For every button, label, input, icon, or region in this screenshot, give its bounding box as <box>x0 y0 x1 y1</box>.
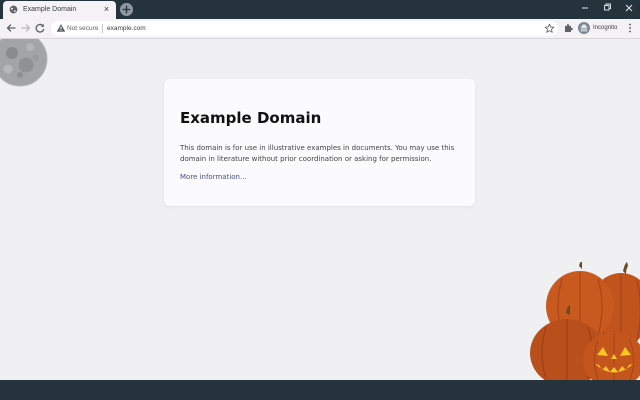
pumpkins-decoration <box>530 261 640 380</box>
incognito-indicator[interactable]: Incognito <box>576 21 622 36</box>
page-title: Example Domain <box>180 109 322 127</box>
security-status[interactable]: Not secure <box>67 21 98 36</box>
incognito-avatar <box>578 22 590 34</box>
forward-button[interactable] <box>19 21 33 35</box>
tab-title: Example Domain <box>23 6 77 13</box>
star-icon[interactable] <box>544 23 555 34</box>
browser-tab[interactable]: Example Domain × <box>3 1 116 19</box>
kebab-menu-icon <box>629 23 631 33</box>
address-bar[interactable]: Not secure example.com <box>51 21 558 36</box>
browser-menu-button[interactable] <box>623 21 637 35</box>
moon-decoration <box>0 39 48 87</box>
content-card: Example Domain This domain is for use in… <box>164 79 475 206</box>
reload-button[interactable] <box>33 21 47 35</box>
back-button[interactable] <box>4 21 18 35</box>
page-paragraph: This domain is for use in illustrative e… <box>180 144 455 163</box>
title-bar: Example Domain × <box>0 0 640 19</box>
tab-close-icon[interactable]: × <box>102 5 111 14</box>
omnibox-divider <box>102 24 103 33</box>
restore-button[interactable] <box>596 0 618 16</box>
globe-icon <box>9 5 18 14</box>
page-viewport: Example Domain This domain is for use in… <box>0 39 640 380</box>
arrow-left-icon <box>6 24 16 32</box>
window-close-button[interactable] <box>618 0 640 16</box>
extensions-button[interactable] <box>561 21 575 35</box>
arrow-right-icon <box>21 24 31 32</box>
url-text[interactable]: example.com <box>107 21 146 36</box>
plus-icon <box>122 5 131 14</box>
restore-icon <box>604 3 611 11</box>
incognito-icon <box>580 24 588 32</box>
minimize-button[interactable] <box>574 0 596 16</box>
new-tab-button[interactable] <box>120 3 133 16</box>
close-icon <box>625 4 633 12</box>
more-information-link[interactable]: More information... <box>180 172 247 183</box>
browser-window: Example Domain × Not secure example.com … <box>0 0 640 400</box>
warning-icon[interactable] <box>56 23 66 33</box>
incognito-label: Incognito <box>593 25 618 31</box>
puzzle-icon <box>565 24 573 32</box>
bottom-frame <box>0 380 640 400</box>
browser-toolbar: Not secure example.com Incognito <box>0 19 640 39</box>
minimize-icon <box>582 7 588 9</box>
reload-icon <box>35 23 45 33</box>
